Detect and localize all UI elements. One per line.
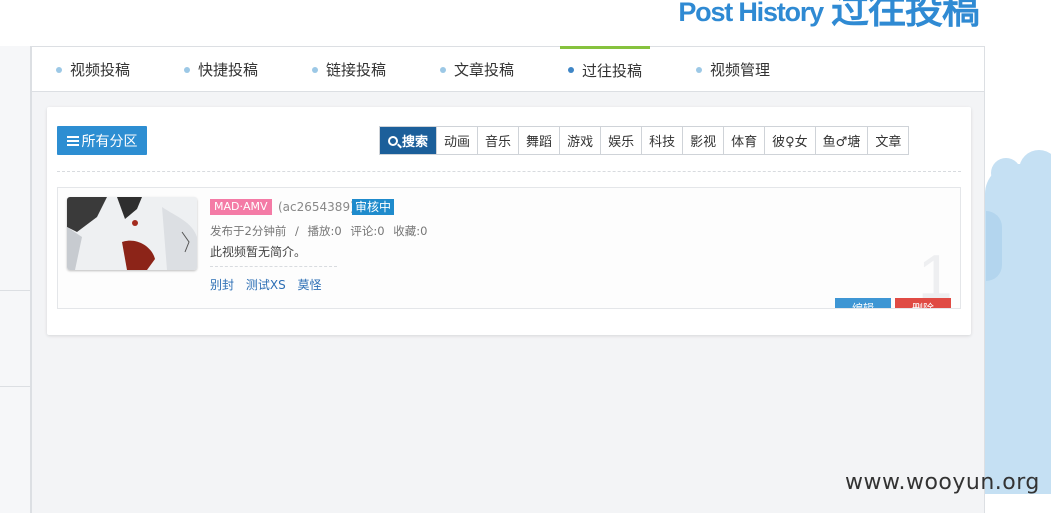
tab-label: 视频投稿 [70,61,131,79]
divider [0,386,31,387]
watermark: www.wooyun.org [845,470,1040,495]
tab-video-manage[interactable]: 视频管理 [696,47,770,92]
history-panel: 所有分区 搜索 动画 音乐 舞蹈 游戏 娱乐 科技 影视 体育 彼♀女 鱼♂塘 … [47,107,971,335]
filter-article[interactable]: 文章 [867,127,909,154]
bullet-icon [440,66,446,73]
tab-article-upload[interactable]: 文章投稿 [440,47,514,92]
category-tag[interactable]: MAD·AMV [210,199,272,215]
meta-separator: / [294,224,299,238]
filter-dance[interactable]: 舞蹈 [518,127,560,154]
published-time: 发布于2分钟前 [210,224,287,238]
filter-entertainment[interactable]: 娱乐 [600,127,642,154]
all-categories-label: 所有分区 [81,133,138,150]
tab-video-upload[interactable]: 视频投稿 [56,47,130,92]
tab-label: 文章投稿 [454,61,515,79]
banner-title-en: Post History [678,0,824,27]
bullet-icon [312,66,318,73]
main-content: 视频投稿 快捷投稿 链接投稿 文章投稿 过往投稿 视频管理 所有分区 搜索 动画… [31,46,985,513]
filter-film[interactable]: 影视 [682,127,724,154]
left-sidebar-strip [0,46,31,513]
post-tags: 别封 测试XS 莫怪 [210,276,330,293]
post-meta: 发布于2分钟前 / 播放:0 评论:0 收藏:0 [210,223,432,239]
tab-link-upload[interactable]: 链接投稿 [312,47,386,92]
tab-label: 过往投稿 [582,61,643,80]
bullet-icon [184,66,190,73]
banner-title: Post History 过往投稿 [678,0,980,32]
bullet-icon [696,66,702,73]
video-thumbnail[interactable] [67,197,197,270]
favorite-count: 收藏:0 [393,224,428,238]
filter-tech[interactable]: 科技 [641,127,683,154]
post-item: MAD·AMV (ac2654389) 审核中 发布于2分钟前 / 播放:0 评… [57,187,961,309]
tag-link[interactable]: 莫怪 [298,278,322,292]
tab-label: 视频管理 [710,61,771,79]
search-icon [388,135,398,146]
filter-game[interactable]: 游戏 [559,127,601,154]
edit-button[interactable]: 编辑 [835,298,891,308]
status-badge: 审核中 [352,199,395,215]
header-banner: Post History 过往投稿 [0,0,1051,46]
comment-count: 评论:0 [350,224,385,238]
category-filter-bar: 搜索 动画 音乐 舞蹈 游戏 娱乐 科技 影视 体育 彼♀女 鱼♂塘 文章 [379,126,910,155]
filter-animation[interactable]: 动画 [436,127,478,154]
list-icon [66,135,79,146]
filter-sports[interactable]: 体育 [723,127,765,154]
bullet-icon [568,67,574,73]
tab-post-history[interactable]: 过往投稿 [560,46,651,91]
bullet-icon [56,66,62,73]
search-button[interactable]: 搜索 [380,127,437,154]
tab-label: 快捷投稿 [198,61,259,79]
thumbnail-image [67,197,197,270]
filter-music[interactable]: 音乐 [477,127,519,154]
all-categories-button[interactable]: 所有分区 [57,126,147,155]
divider [57,171,961,172]
divider [0,290,31,291]
banner-title-cn: 过往投稿 [830,0,980,32]
tab-bar: 视频投稿 快捷投稿 链接投稿 文章投稿 过往投稿 视频管理 [32,46,984,92]
cloud-decoration [986,211,1002,281]
play-count: 播放:0 [307,224,342,238]
tag-link[interactable]: 测试XS [246,278,286,292]
delete-button[interactable]: 删除 [895,298,951,308]
post-ac-id: (ac2654389) [278,200,355,214]
divider [210,266,337,267]
post-description: 此视频暂无简介。 [210,245,307,259]
tab-label: 链接投稿 [326,61,387,79]
filter-fishpond[interactable]: 鱼♂塘 [814,127,868,154]
tag-link[interactable]: 别封 [210,278,234,292]
tab-quick-upload[interactable]: 快捷投稿 [184,47,258,92]
filter-girls[interactable]: 彼♀女 [764,127,815,154]
search-label: 搜索 [402,135,429,150]
right-decoration [985,46,1051,513]
